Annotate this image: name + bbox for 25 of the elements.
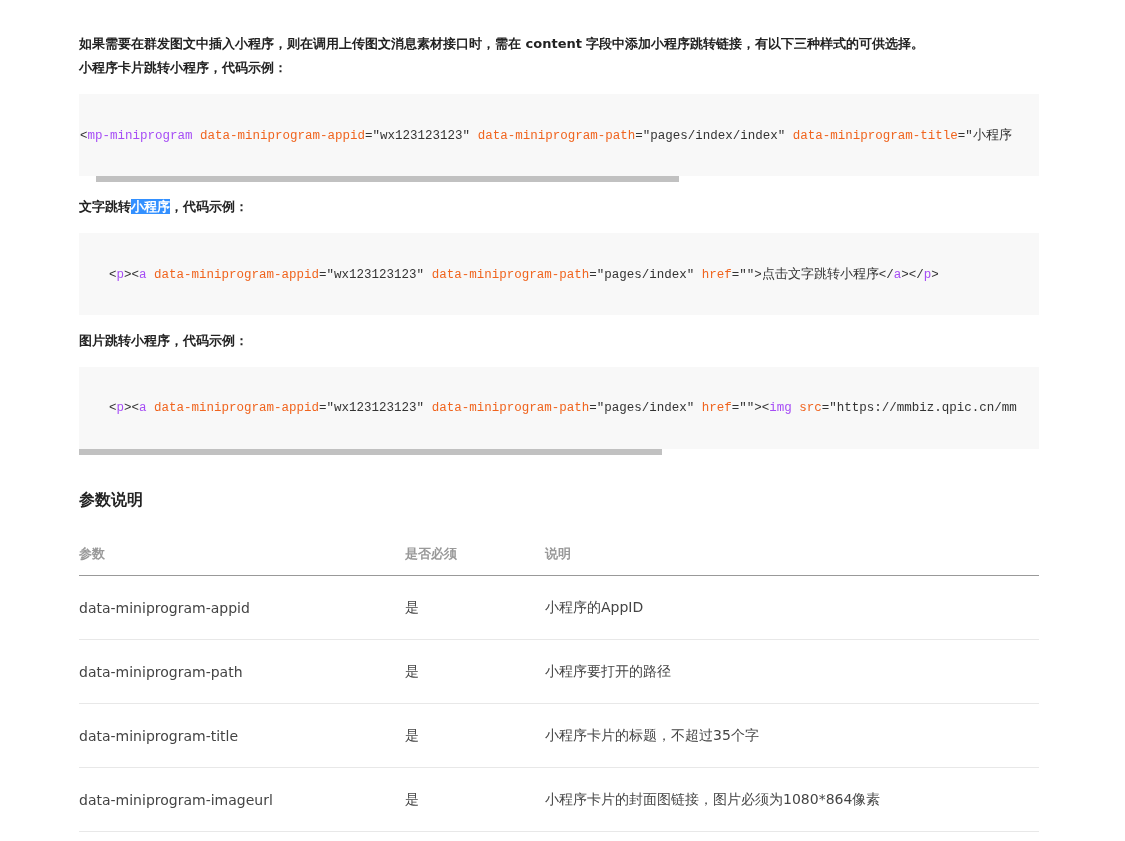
scrollbar-thumb[interactable]	[96, 176, 679, 182]
code-block: <p><a data-miniprogram-appid="wx123123123" data-miniprogram-path="pages/index" href="">点击文字跳转小程序</a></p>	[79, 233, 1039, 315]
column-header: 参数	[79, 545, 106, 563]
section-title: 参数说明	[79, 490, 144, 511]
table-cell-text: data-miniprogram-imageurl	[79, 791, 274, 808]
table-cell-text: 小程序的AppID	[545, 598, 645, 617]
example-heading: 文字跳转小程序，代码示例：	[79, 198, 249, 216]
column-header: 是否必须	[405, 545, 458, 563]
code-block: <mp-miniprogram data-miniprogram-appid="wx123123123" data-miniprogram-path="pages/index/index" data-miniprogram-title="小程序	[79, 94, 1039, 176]
table-cell-text: 小程序要打开的路径	[545, 662, 672, 681]
table-cell-text: 是	[405, 726, 420, 745]
table-cell-text: data-miniprogram-title	[79, 727, 240, 744]
table-cell-text: data-miniprogram-path	[79, 663, 244, 680]
scrollbar-thumb[interactable]	[79, 449, 662, 455]
table-cell-text: 小程序卡片的标题，不超过35个字	[545, 726, 760, 745]
code-block: <p><a data-miniprogram-appid="wx123123123" data-miniprogram-path="pages/index" href=""><img src="https://mmbiz.qpic.cn/mm	[79, 367, 1039, 449]
table-cell-text: 是	[405, 790, 420, 809]
example-heading: 图片跳转小程序，代码示例：	[79, 332, 249, 350]
intro-paragraph: 如果需要在群发图文中插入小程序，则在调用上传图文消息素材接口时，需在 content 字段中添加小程序跳转链接，有以下三种样式的可供选择。	[79, 35, 926, 53]
column-header: 说明	[545, 545, 572, 563]
example-heading: 小程序卡片跳转小程序，代码示例：	[79, 59, 288, 77]
table-cell-text: 是	[405, 598, 420, 617]
table-cell-text: 小程序卡片的封面图链接，图片必须为1080*864像素	[545, 790, 882, 809]
table-cell-text: 是	[405, 662, 420, 681]
table-cell-text: data-miniprogram-appid	[79, 599, 251, 616]
